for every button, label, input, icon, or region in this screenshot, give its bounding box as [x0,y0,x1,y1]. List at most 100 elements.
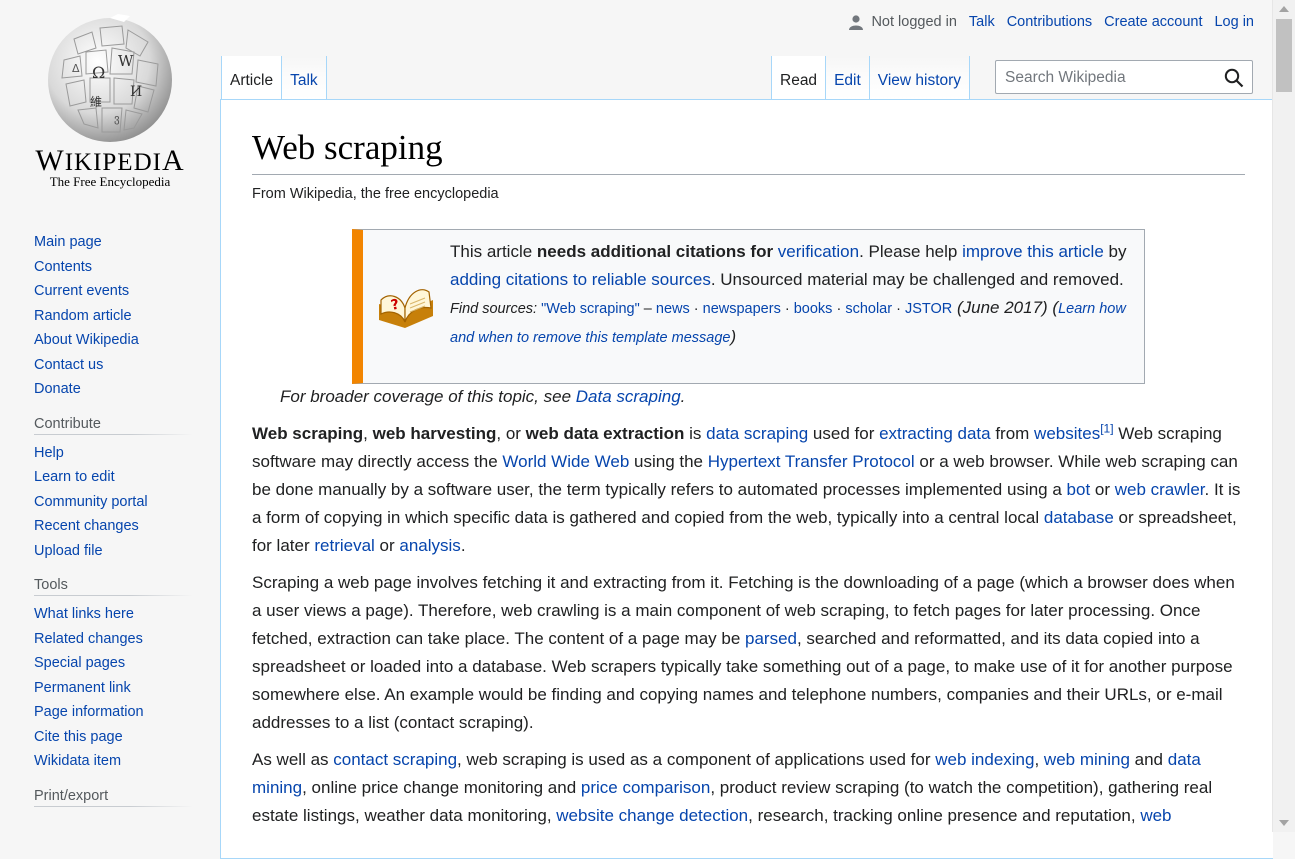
find-sources-jstor-link[interactable]: JSTOR [905,301,952,317]
sidebar-item-permanent-link[interactable]: Permanent link [34,676,220,701]
data-scraping-link[interactable]: data scraping [706,424,808,443]
svg-text:維: 維 [90,95,102,109]
price-comparison-link[interactable]: price comparison [581,778,710,797]
contributions-link[interactable]: Contributions [1007,14,1092,30]
notice-text: by [1103,242,1127,261]
search-icon[interactable] [1224,68,1244,88]
sidebar-item-learn-to-edit[interactable]: Learn to edit [34,465,220,490]
sidebar-heading-print-export[interactable]: Print/export [34,787,192,807]
tab-article[interactable]: Article [221,56,283,100]
websites-link[interactable]: websites [1034,424,1100,443]
namespace-tabs: Article Talk [221,56,327,100]
text: As well as [252,750,334,769]
sidebar-contribute: Help Learn to edit Community portal Recent … [0,441,220,564]
text: using the [629,452,708,471]
sidebar-item-wikidata-item[interactable]: Wikidata item [34,749,220,774]
website-change-detection-link[interactable]: website change detection [556,806,748,825]
text: or [1090,480,1115,499]
verification-link[interactable]: verification [778,242,859,261]
hatnote-text: . [680,387,686,406]
search-box [995,60,1253,94]
separator: · [689,301,703,317]
parsed-link[interactable]: parsed [745,629,797,648]
data-scraping-link[interactable]: Data scraping [576,387,681,406]
reference-1-link[interactable]: [1] [1100,421,1113,435]
svg-text:W: W [118,52,134,70]
scrollbar-thumb[interactable] [1276,19,1292,92]
sidebar-item-recent-changes[interactable]: Recent changes [34,514,220,539]
wikipedia-globe-icon: Ω W И 維 ᐃ ვ [48,14,172,142]
contact-scraping-link[interactable]: contact scraping [333,750,457,769]
not-logged-in-text: Not logged in [871,14,957,30]
separator: · [892,301,905,317]
tab-edit[interactable]: Edit [826,56,870,100]
text: , web scraping is used as a component of… [457,750,936,769]
main-content: Web scraping From Wikipedia, the free en… [220,99,1273,859]
find-sources-books-link[interactable]: books [794,301,833,317]
web-indexing-link[interactable]: web indexing [935,750,1034,769]
citation-notice-box: ? This article needs additional citation… [352,229,1145,384]
find-sources-newspapers-link[interactable]: newspapers [703,301,781,317]
web-link[interactable]: web [1140,806,1171,825]
sidebar-item-main-page[interactable]: Main page [34,230,220,255]
sidebar-item-community-portal[interactable]: Community portal [34,490,220,515]
sidebar-item-related-changes[interactable]: Related changes [34,627,220,652]
notice-text: . Unsourced material may be challenged a… [710,270,1124,289]
find-sources-scholar-link[interactable]: scholar [845,301,892,317]
sidebar-item-about-wikipedia[interactable]: About Wikipedia [34,328,220,353]
text: or [374,536,400,555]
extracting-data-link[interactable]: extracting data [879,424,991,443]
book-question-icon: ? [379,289,433,328]
user-talk-link[interactable]: Talk [969,14,995,30]
sidebar-heading-tools: Tools [34,577,192,596]
tab-view-history[interactable]: View history [869,56,971,100]
sidebar-item-contents[interactable]: Contents [34,255,220,280]
sidebar-item-donate[interactable]: Donate [34,377,220,402]
page-title: Web scraping [252,126,1245,175]
search-input[interactable] [1003,66,1217,90]
sidebar-item-contact-us[interactable]: Contact us [34,353,220,378]
sidebar-item-cite-this-page[interactable]: Cite this page [34,725,220,750]
sidebar-item-what-links-here[interactable]: What links here [34,602,220,627]
svg-text:ᐃ: ᐃ [72,62,80,75]
svg-text:И: И [130,84,142,100]
bot-link[interactable]: bot [1067,480,1091,499]
find-sources-label: Find sources: [450,301,542,317]
database-link[interactable]: database [1044,508,1114,527]
text: , research, tracking online presence and… [748,806,1141,825]
world-wide-web-link[interactable]: World Wide Web [502,452,629,471]
sidebar-item-help[interactable]: Help [34,441,220,466]
reliable-sources-link[interactable]: adding citations to reliable sources [450,270,711,289]
text: . [460,536,466,555]
find-sources-query-link[interactable]: "Web scraping" [541,301,640,317]
logo-tagline: The Free Encyclopedia [49,174,171,189]
web-crawler-link[interactable]: web crawler [1115,480,1205,499]
login-link[interactable]: Log in [1214,14,1254,30]
web-mining-link[interactable]: web mining [1044,750,1130,769]
notice-bold-text: needs additional citations for [536,242,778,261]
retrieval-link[interactable]: retrieval [314,536,374,555]
improve-article-link[interactable]: improve this article [962,242,1104,261]
notice-text: This article [450,242,537,261]
text: , online price change monitoring and [302,778,581,797]
tab-talk[interactable]: Talk [282,56,327,100]
http-link[interactable]: Hypertext Transfer Protocol [708,452,915,471]
sidebar-tools: What links here Related changes Special pa… [0,602,220,774]
page-scrollbar[interactable] [1272,0,1295,832]
scroll-down-arrow-icon[interactable] [1279,820,1289,826]
sidebar-item-random-article[interactable]: Random article [34,304,220,329]
scroll-up-arrow-icon[interactable] [1279,6,1289,12]
bold-term: web harvesting [372,424,497,443]
logo-wordmark: WIKIPEDIA [35,144,185,177]
sidebar-item-special-pages[interactable]: Special pages [34,651,220,676]
wikipedia-logo[interactable]: Ω W И 維 ᐃ ვ WIKIPEDIA The Free Encyclope… [0,0,220,200]
sidebar-item-page-information[interactable]: Page information [34,700,220,725]
sidebar-item-upload-file[interactable]: Upload file [34,539,220,564]
find-sources-news-link[interactable]: news [656,301,690,317]
sidebar-item-current-events[interactable]: Current events [34,279,220,304]
analysis-link[interactable]: analysis [399,536,460,555]
tab-read[interactable]: Read [771,56,827,100]
text: and [1129,750,1168,769]
create-account-link[interactable]: Create account [1104,14,1202,30]
svg-text:Ω: Ω [92,63,105,82]
